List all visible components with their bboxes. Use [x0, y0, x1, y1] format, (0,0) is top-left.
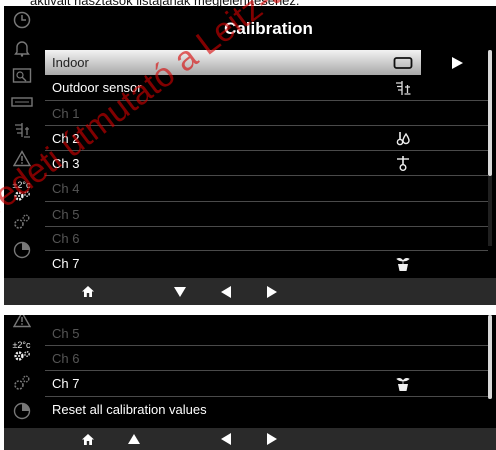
calibration-screen-2: ±2°c Ch 5 Ch 6 Ch 7 Reset all calibratio…: [4, 315, 496, 450]
pie-chart-icon: [13, 402, 30, 420]
settings-icon: [13, 375, 29, 390]
display-bar-icon: [10, 97, 33, 107]
arrow-up-icon: [128, 434, 140, 444]
sidebar-item-calibration[interactable]: ±2°c: [4, 176, 39, 206]
row-label: Indoor: [52, 55, 89, 70]
calibration-range-text: ±2°c: [12, 179, 31, 190]
sidebar: ±2°c: [4, 315, 39, 428]
sidebar-item-statistics[interactable]: [4, 399, 39, 423]
row-label: Ch 7: [52, 256, 80, 271]
list-item-ch7[interactable]: Ch 7: [45, 371, 488, 397]
row-label: Ch 5: [52, 206, 80, 222]
row-label: Ch 7: [52, 376, 80, 391]
list-item-ch6[interactable]: Ch 6: [45, 346, 488, 371]
row-label: Ch 5: [52, 325, 80, 341]
scrollbar-thumb[interactable]: [488, 50, 492, 176]
sidebar-item-warnings[interactable]: [4, 146, 39, 170]
sidebar-item-settings[interactable]: [4, 210, 39, 234]
outdoor-sensor-icon: [391, 75, 415, 100]
indoor-display-icon: [391, 50, 415, 75]
warning-icon: [12, 315, 31, 327]
gear-icon: [13, 350, 30, 361]
list-item-ch1[interactable]: Ch 1: [45, 101, 488, 126]
clock-icon: [13, 11, 30, 29]
left-button[interactable]: [215, 428, 237, 450]
list-item-indoor[interactable]: Indoor: [45, 50, 492, 75]
home-icon: [82, 433, 94, 445]
calibration-range-text: ±2°c: [12, 339, 31, 350]
right-button[interactable]: [261, 278, 283, 305]
sidebar-item-display[interactable]: [4, 90, 39, 114]
sidebar-item-sensors[interactable]: [4, 118, 39, 142]
home-button[interactable]: [77, 278, 99, 305]
calibration-screen-1: ±2°c Calibration Indoor Outdoor sensor C…: [4, 6, 496, 305]
row-label: Ch 4: [52, 181, 80, 196]
home-button[interactable]: [77, 428, 99, 450]
thermo-hygro-icon: [391, 126, 415, 150]
sidebar-item-settings[interactable]: [4, 371, 39, 395]
page-title: Calibration: [224, 19, 313, 38]
arrow-left-icon: [221, 285, 231, 298]
row-label: Ch 3: [52, 155, 80, 171]
bottom-navbar: [4, 428, 496, 450]
warning-icon: [12, 149, 31, 166]
up-button[interactable]: [123, 428, 145, 450]
sidebar-item-clock[interactable]: [4, 8, 39, 32]
list-item-ch4[interactable]: Ch 4: [45, 176, 488, 202]
pie-chart-icon: [13, 241, 30, 259]
settings-icon: [13, 214, 29, 229]
sidebar-item-records[interactable]: [4, 64, 39, 88]
arrow-down-icon: [174, 286, 186, 297]
list-item-outdoor-sensor[interactable]: Outdoor sensor: [45, 75, 488, 101]
home-icon: [82, 286, 94, 297]
plant-sensor-icon: [391, 251, 415, 276]
list-item-reset-all[interactable]: Reset all calibration values: [45, 397, 488, 421]
arrow-right-icon: [267, 285, 277, 298]
down-button[interactable]: [169, 278, 191, 305]
row-label: Ch 1: [52, 105, 80, 121]
list-item-ch5[interactable]: Ch 5: [45, 321, 488, 346]
arrow-right-icon: [267, 433, 277, 445]
sidebar-item-warnings[interactable]: [4, 315, 39, 331]
list-item-ch7[interactable]: Ch 7: [45, 251, 488, 276]
list-item-ch2[interactable]: Ch 2: [45, 126, 488, 151]
gear-icon: [13, 190, 30, 201]
sidebar-item-alarm[interactable]: [4, 36, 39, 60]
list-item-ch6[interactable]: Ch 6: [45, 227, 488, 251]
left-button[interactable]: [215, 278, 237, 305]
scrollbar[interactable]: [488, 50, 492, 246]
bottom-navbar: [4, 278, 496, 305]
sidebar-item-calibration[interactable]: ±2°c: [4, 336, 39, 366]
row-label: Ch 2: [52, 130, 80, 146]
arrow-left-icon: [221, 433, 231, 445]
records-icon: [12, 68, 31, 83]
row-label: Ch 6: [52, 231, 80, 246]
list-item-ch5[interactable]: Ch 5: [45, 202, 488, 227]
plant-sensor-icon: [391, 371, 415, 396]
outdoor-sensor-icon: [14, 123, 30, 138]
enter-button[interactable]: [421, 50, 492, 75]
scrollbar-thumb[interactable]: [488, 315, 492, 399]
row-label: Reset all calibration values: [52, 401, 207, 417]
right-button[interactable]: [261, 428, 283, 450]
row-label: Outdoor sensor: [52, 80, 142, 95]
row-label: Ch 6: [52, 350, 80, 366]
scrollbar[interactable]: [488, 315, 492, 399]
sidebar-item-statistics[interactable]: [4, 238, 39, 262]
sidebar: ±2°c: [4, 6, 39, 278]
bell-icon: [13, 41, 30, 57]
list-item-ch3[interactable]: Ch 3: [45, 151, 488, 176]
play-arrow-icon: [451, 56, 463, 69]
thermometer-probe-icon: [391, 151, 415, 175]
